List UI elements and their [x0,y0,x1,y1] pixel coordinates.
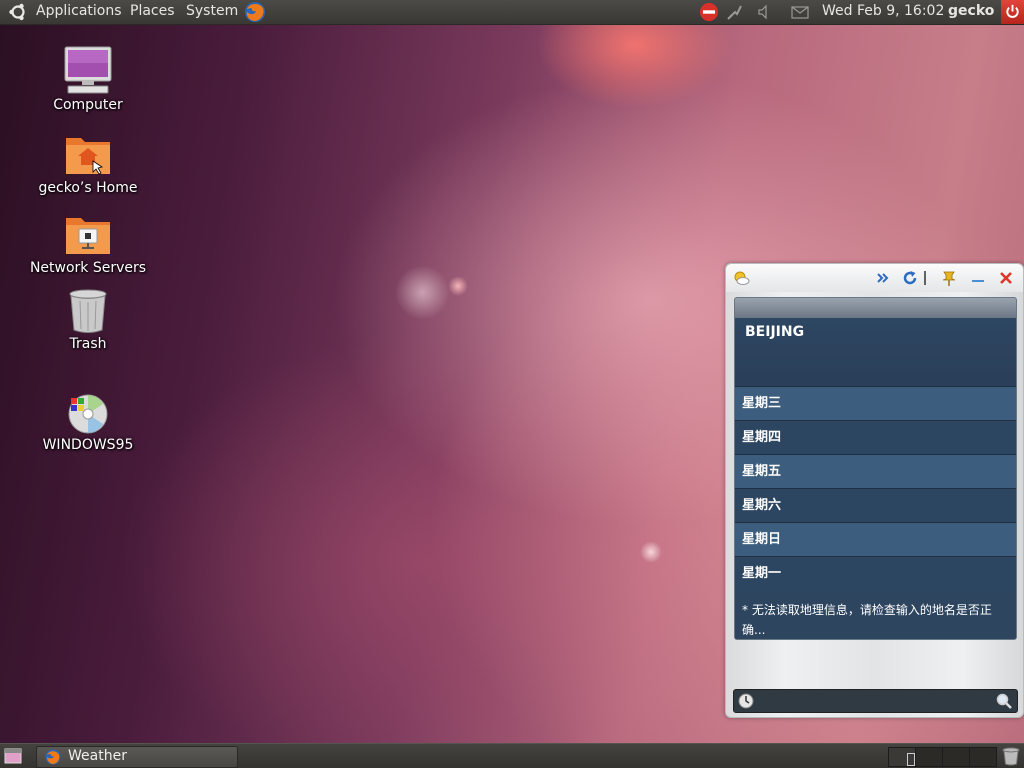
ubuntu-logo-icon[interactable] [8,2,28,22]
power-button[interactable] [1001,0,1024,24]
weather-app-icon [45,749,61,765]
desktop-icon-windows95[interactable]: WINDOWS95 [28,393,148,453]
widget-titlebar[interactable] [726,264,1023,292]
computer-icon [64,46,112,94]
desktop-icon-label: WINDOWS95 [42,437,134,453]
trash-icon [69,289,107,333]
system-menu[interactable]: System [186,3,238,19]
desktop-icon-computer[interactable]: Computer [28,45,148,113]
wallpaper-glow [640,541,662,563]
desktop-icon-home[interactable]: gecko’s Home [28,132,148,196]
search-icon[interactable] [995,692,1013,710]
wallpaper-glow [448,276,468,296]
do-not-disturb-icon[interactable] [699,2,719,22]
show-desktop-icon[interactable] [3,746,23,766]
taskbar-item-weather[interactable]: Weather [36,746,238,768]
location-search-bar [733,689,1018,713]
network-folder-icon [66,218,110,254]
close-icon[interactable] [997,269,1015,287]
desktop-icon-trash[interactable]: Trash [28,288,148,352]
applications-menu[interactable]: Applications [36,3,122,19]
error-message: * 无法读取地理信息，请检查输入的地名是否正确... [735,590,1016,639]
forecast-day[interactable]: 星期四 [735,420,1016,454]
window-thumbnail [907,753,915,766]
bottom-panel: Weather [0,743,1024,768]
taskbar-item-label: Weather [68,748,127,764]
pin-icon[interactable] [940,269,958,287]
workspace-4[interactable] [969,747,997,767]
top-panel: Applications Places System Wed Feb 9, 16… [0,0,1024,25]
cd-icon [68,394,108,434]
desktop-icon-label: gecko’s Home [38,180,138,196]
workspace-2[interactable] [915,747,943,767]
weather-icon[interactable] [732,269,750,287]
weather-widget: BEIJING 星期三 星期四 星期五 星期六 星期日 星期一 * 无法读取地理… [725,263,1024,718]
workspace-3[interactable] [942,747,970,767]
separator [924,271,926,285]
forecast-day[interactable]: 星期五 [735,454,1016,488]
city-name: BEIJING [735,318,1016,386]
wallpaper-glow [395,265,450,320]
forecast-day[interactable]: 星期日 [735,522,1016,556]
weather-header-strip [735,298,1016,318]
user-name[interactable]: gecko [948,3,994,19]
mail-icon[interactable] [790,2,810,22]
desktop-icon-label: Trash [69,336,107,352]
places-menu[interactable]: Places [130,3,175,19]
clock[interactable]: Wed Feb 9, 16:02 [822,3,944,19]
desktop-icon-network-servers[interactable]: Network Servers [28,212,148,276]
refresh-icon[interactable] [901,269,919,287]
network-icon[interactable] [725,2,745,22]
power-icon [1006,4,1019,18]
desktop-icon-label: Network Servers [29,260,147,276]
clock-icon[interactable] [737,692,755,710]
desktop-icon-label: Computer [53,97,123,113]
forecast-day[interactable]: 星期三 [735,386,1016,420]
forecast-day[interactable]: 星期一 [735,556,1016,590]
forward-icon[interactable] [874,269,892,287]
workspace-1[interactable] [888,747,916,767]
home-folder-icon [66,138,110,175]
trash-applet-icon[interactable] [1001,746,1021,766]
minimize-icon[interactable] [969,269,987,287]
location-input[interactable] [760,692,992,710]
forecast-day[interactable]: 星期六 [735,488,1016,522]
volume-icon[interactable] [753,2,773,22]
firefox-icon[interactable] [243,0,267,24]
weather-panel: BEIJING 星期三 星期四 星期五 星期六 星期日 星期一 * 无法读取地理… [734,297,1017,640]
